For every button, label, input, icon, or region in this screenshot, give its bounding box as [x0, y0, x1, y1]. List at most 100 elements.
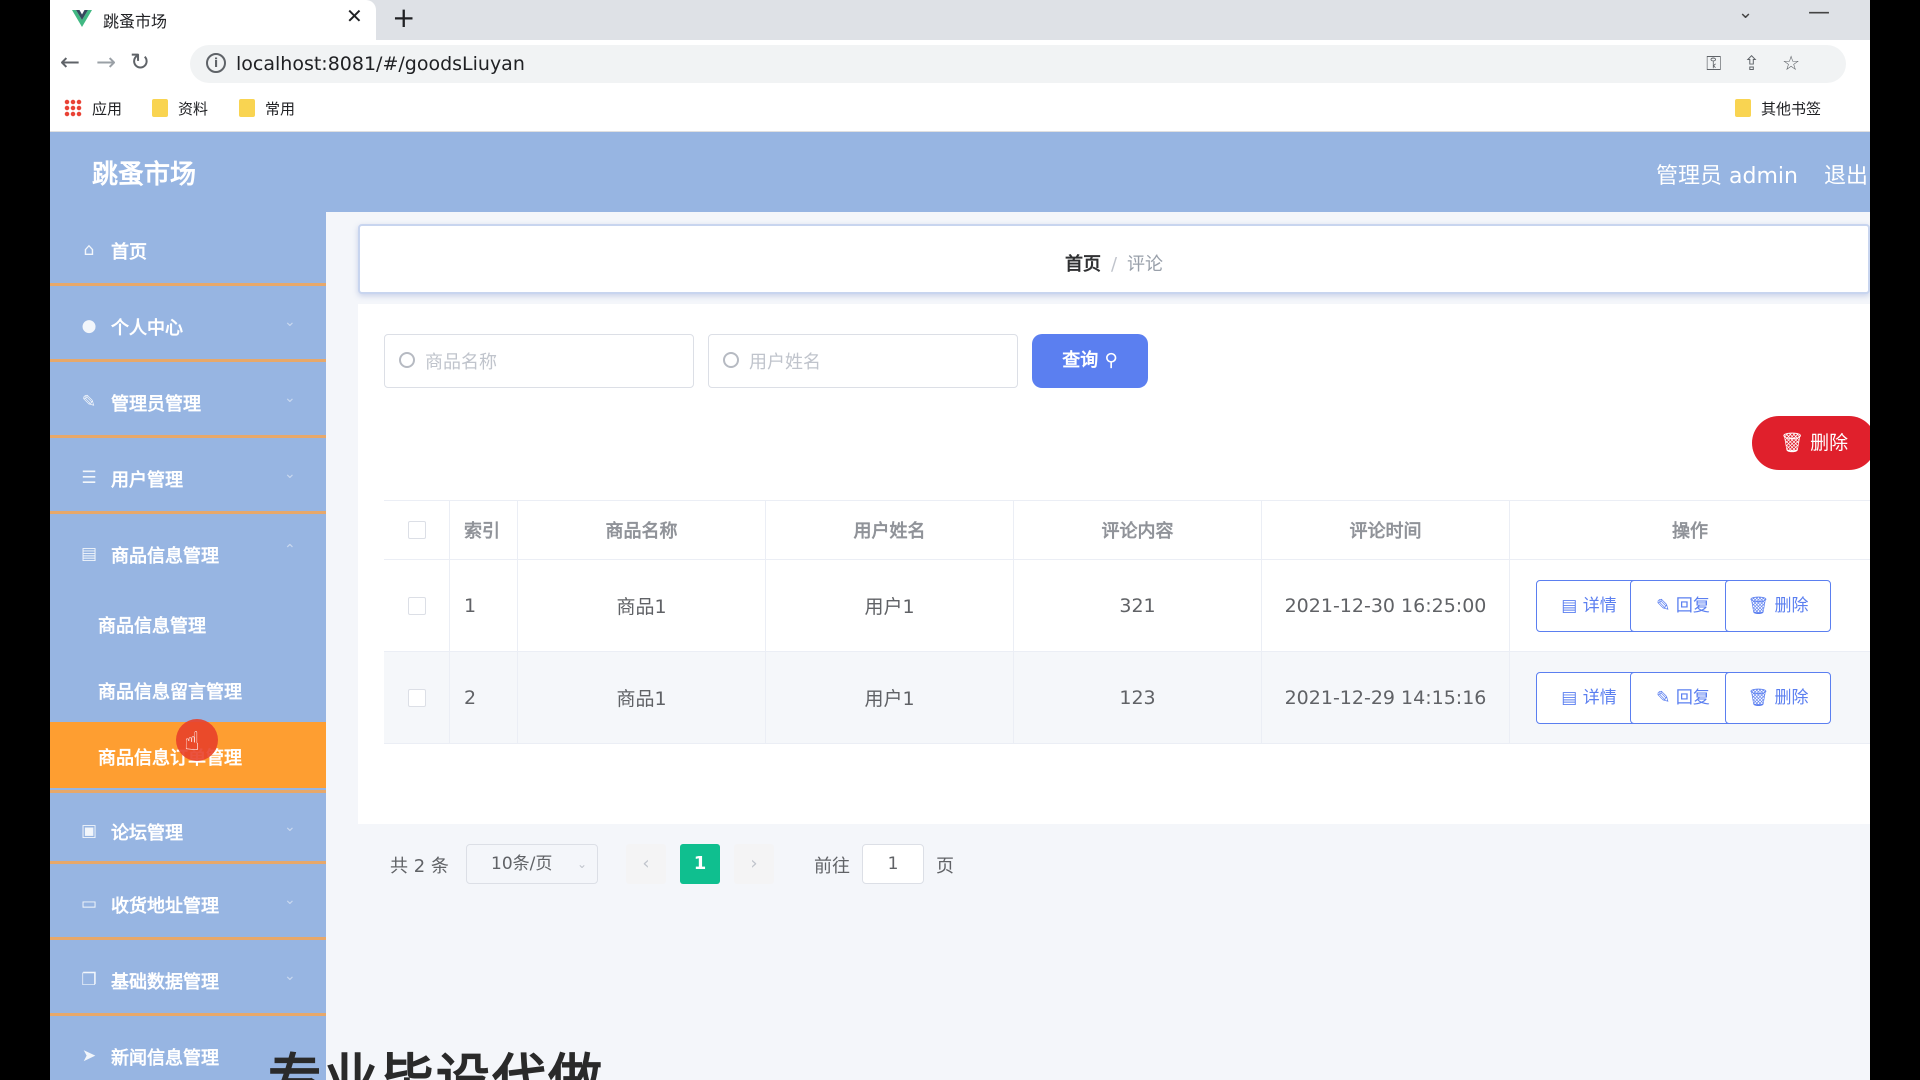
cell-actions: ▤ 详情 ✎ 回复 🗑 删除	[1510, 652, 1870, 743]
detail-button[interactable]: ▤ 详情	[1536, 672, 1642, 724]
bookmark-folder-changyong[interactable]: 常用	[239, 98, 295, 119]
sidebar-item-profile[interactable]: ● 个人中心 ⌄	[50, 288, 326, 362]
prev-page-button[interactable]: ‹	[626, 844, 666, 884]
sidebar-item-basedata[interactable]: ❐ 基础数据管理 ⌄	[50, 942, 326, 1016]
next-page-button[interactable]: ›	[734, 844, 774, 884]
delete-button[interactable]: 🗑 删除	[1725, 580, 1831, 632]
sidebar-item-address[interactable]: ▭ 收货地址管理 ⌄	[50, 866, 326, 940]
goods-name-input[interactable]	[425, 347, 675, 377]
breadcrumb-current: 评论	[1127, 254, 1164, 275]
document-icon: ▤	[1561, 688, 1578, 708]
select-all-checkbox[interactable]	[407, 521, 426, 539]
sidebar-subitem-goods-comments[interactable]: 商品信息留言管理	[50, 656, 326, 722]
address-icon: ▭	[80, 894, 98, 914]
goto-page-input[interactable]	[862, 844, 924, 884]
goods-name-search[interactable]	[384, 334, 694, 388]
bookmark-apps[interactable]: 应用	[64, 98, 122, 119]
forum-icon: ▣	[80, 821, 98, 841]
pagination: 共 2 条 10条/页 ⌄ ‹ 1 › 前往 页	[390, 844, 1190, 884]
hand-cursor-icon: ☝	[184, 727, 200, 757]
tab-search-chevron-icon[interactable]: ⌄	[1738, 2, 1753, 23]
chevron-down-icon: ⌄	[576, 857, 587, 871]
query-button[interactable]: 查询 ⚲	[1032, 334, 1148, 388]
key-icon[interactable]: ⚿	[1706, 51, 1743, 75]
cell-user: 用户1	[766, 652, 1014, 743]
clipboard-icon: ▤	[80, 544, 98, 564]
page-suffix: 页	[936, 856, 954, 877]
apps-grid-icon	[64, 99, 82, 117]
new-tab-icon[interactable]: +	[392, 1, 415, 34]
app-title: 跳蚤市场	[92, 160, 197, 190]
batch-delete-button[interactable]: 🗑 删除	[1752, 416, 1870, 470]
table-header: 索引 商品名称 用户姓名 评论内容 评论时间 操作	[384, 500, 1870, 560]
main-content: 首页 / 评论 查询 ⚲ 🗑 删除 索引 商品名称	[326, 212, 1870, 1080]
logout-link[interactable]: 退出	[1824, 158, 1868, 190]
folder-icon	[1735, 99, 1751, 117]
trash-icon: 🗑	[1779, 432, 1805, 454]
list-card: 查询 ⚲ 🗑 删除 索引 商品名称 用户姓名 评论内容 评论时间 操作 1	[358, 304, 1870, 884]
sidebar-item-home[interactable]: ⌂ 首页	[50, 212, 326, 286]
trash-icon: 🗑	[1747, 596, 1770, 616]
chevron-down-icon: ⌄	[284, 390, 296, 406]
user-name-search[interactable]	[708, 334, 1018, 388]
sidebar-item-forum[interactable]: ▣ 论坛管理 ⌄	[50, 790, 326, 864]
breadcrumb-separator: /	[1110, 254, 1118, 275]
breadcrumb-home[interactable]: 首页	[1065, 254, 1101, 275]
forward-icon[interactable]: →	[96, 48, 116, 76]
column-header: 索引	[450, 501, 518, 559]
vue-logo-icon	[72, 10, 92, 27]
chevron-down-icon: ⌄	[284, 466, 296, 482]
sidebar-item-users[interactable]: ☰ 用户管理 ⌄	[50, 440, 326, 514]
send-icon: ➤	[81, 1046, 97, 1066]
site-info-icon[interactable]: i	[206, 53, 226, 73]
sidebar-item-goods[interactable]: ▤ 商品信息管理 ⌃	[50, 516, 326, 590]
cell-index: 2	[450, 652, 518, 743]
cell-index: 1	[450, 560, 518, 651]
browser-tab[interactable]: 跳蚤市场 ✕	[50, 0, 376, 40]
cell-actions: ▤ 详情 ✎ 回复 🗑 删除	[1510, 560, 1870, 651]
edit-icon: ✎	[1656, 688, 1671, 708]
bookmark-folder-ziliao[interactable]: 资料	[152, 98, 208, 119]
tab-title: 跳蚤市场	[103, 12, 168, 31]
reply-button[interactable]: ✎ 回复	[1630, 672, 1736, 724]
row-checkbox[interactable]	[407, 688, 426, 707]
page-size-select[interactable]: 10条/页 ⌄	[466, 844, 598, 884]
search-icon	[399, 352, 415, 368]
cell-goods: 商品1	[518, 652, 766, 743]
back-icon[interactable]: ←	[60, 48, 80, 76]
chevron-down-icon: ⌄	[284, 968, 296, 984]
goto-label: 前往	[814, 856, 850, 877]
tab-close-icon[interactable]: ✕	[346, 4, 363, 28]
url-field[interactable]: i localhost:8081/#/goodsLiuyan ⚿⇪☆	[190, 45, 1846, 83]
detail-button[interactable]: ▤ 详情	[1536, 580, 1642, 632]
minimize-icon[interactable]: —	[1808, 0, 1830, 25]
bookmark-other[interactable]: 其他书签	[1735, 98, 1821, 119]
sidebar-item-admin[interactable]: ✎ 管理员管理 ⌄	[50, 364, 326, 438]
row-select-cell	[384, 652, 450, 743]
search-icon	[723, 352, 739, 368]
delete-button[interactable]: 🗑 删除	[1725, 672, 1831, 724]
reload-icon[interactable]: ↻	[130, 48, 150, 76]
cell-time: 2021-12-30 16:25:00	[1262, 560, 1510, 651]
chevron-down-icon: ⌄	[284, 314, 296, 330]
document-icon: ▤	[1561, 596, 1578, 616]
reply-button[interactable]: ✎ 回复	[1630, 580, 1736, 632]
sidebar: ⌂ 首页 ● 个人中心 ⌄ ✎ 管理员管理 ⌄ ☰ 用户管理 ⌄ ▤ 商品信息管…	[50, 212, 326, 1080]
user-name-input[interactable]	[749, 347, 999, 377]
url-text[interactable]: localhost:8081/#/goodsLiuyan	[236, 53, 525, 75]
cell-content: 321	[1014, 560, 1262, 651]
star-icon[interactable]: ☆	[1782, 51, 1822, 75]
chevron-down-icon: ⌄	[284, 819, 296, 835]
sidebar-subitem-goods-info[interactable]: 商品信息管理	[50, 590, 326, 656]
breadcrumb: 首页 / 评论	[360, 250, 1868, 276]
page-number-current[interactable]: 1	[680, 844, 720, 884]
table-row: 2 商品1 用户1 123 2021-12-29 14:15:16 ▤ 详情 ✎…	[384, 652, 1870, 744]
share-icon[interactable]: ⇪	[1743, 51, 1782, 75]
folder-icon	[152, 99, 168, 117]
column-header: 评论内容	[1014, 501, 1262, 559]
column-header: 评论时间	[1262, 501, 1510, 559]
row-checkbox[interactable]	[407, 596, 426, 615]
tab-bar: 跳蚤市场 ✕ + ⌄ —	[50, 0, 1870, 40]
trash-icon: 🗑	[1747, 688, 1770, 708]
list-icon: ☰	[81, 468, 97, 488]
